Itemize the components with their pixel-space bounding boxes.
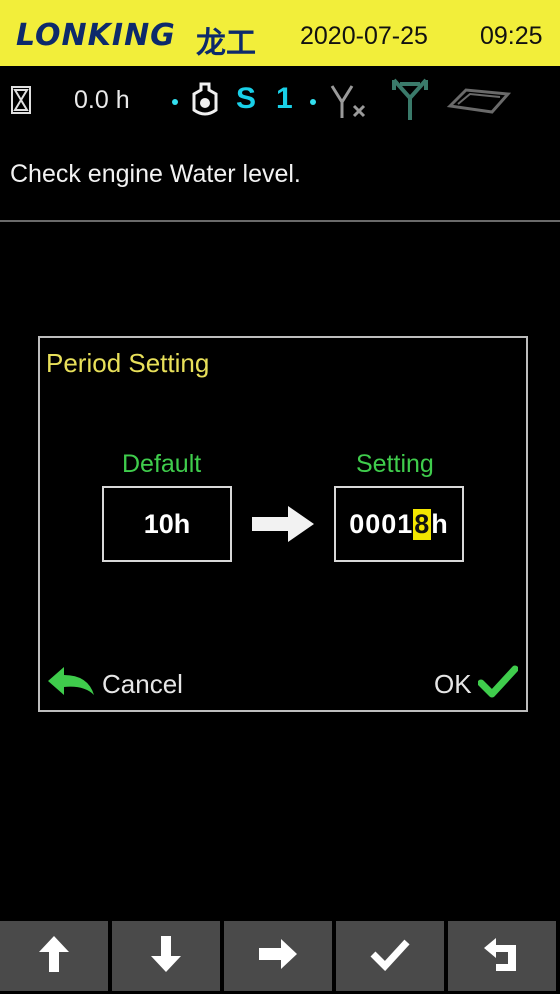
ok-button[interactable]: OK xyxy=(434,664,519,704)
right-arrow-icon xyxy=(257,937,299,976)
setting-cursor-digit[interactable]: 8 xyxy=(413,508,432,540)
setting-value-prefix: 0001 xyxy=(349,508,414,539)
setting-label: Setting xyxy=(356,450,434,478)
divider xyxy=(0,220,560,222)
arrow-right-icon xyxy=(250,504,316,549)
down-arrow-icon xyxy=(149,934,183,979)
maintenance-message: Check engine Water level. xyxy=(10,160,301,188)
operating-hours: 0.0 h xyxy=(74,86,130,114)
dialog-title: Period Setting xyxy=(46,348,210,378)
manual-book-icon xyxy=(446,84,512,123)
down-button[interactable] xyxy=(112,921,220,991)
status-bar: 0.0 h S 1 xyxy=(0,70,560,130)
hourglass-icon xyxy=(10,85,32,120)
brand-logo: LONKING xyxy=(16,18,176,53)
up-arrow-icon xyxy=(37,934,71,979)
up-button[interactable] xyxy=(0,921,108,991)
confirm-button[interactable] xyxy=(336,921,444,991)
setting-value-input[interactable]: 0001 8 h xyxy=(334,486,464,562)
right-button[interactable] xyxy=(224,921,332,991)
checkmark-icon xyxy=(477,665,519,704)
bottom-key-bar xyxy=(0,921,560,994)
indicator-dot xyxy=(310,99,316,105)
brand-logo-cn: 龙工 xyxy=(196,26,256,61)
ok-label: OK xyxy=(434,668,472,699)
gear-number: 1 xyxy=(276,82,293,115)
setting-value-unit: h xyxy=(431,508,449,539)
no-signal-antenna-icon xyxy=(326,82,370,127)
period-setting-dialog: Period Setting Default Setting 10h 0001 8… xyxy=(38,336,528,712)
gear-letter: S xyxy=(236,82,257,115)
check-icon xyxy=(369,937,411,976)
cancel-label: Cancel xyxy=(102,668,183,699)
engine-coolant-icon xyxy=(186,80,224,125)
top-bar: LONKING 龙工 2020-07-25 09:25 xyxy=(0,0,560,70)
signal-tower-icon xyxy=(388,76,432,127)
cancel-button[interactable]: Cancel xyxy=(46,664,183,704)
return-button[interactable] xyxy=(448,921,556,991)
return-icon xyxy=(482,934,522,979)
back-arrow-icon xyxy=(46,665,96,704)
default-value: 10h xyxy=(102,486,232,562)
indicator-dot xyxy=(172,99,178,105)
default-label: Default xyxy=(122,450,202,478)
date-display: 2020-07-25 xyxy=(300,22,428,50)
time-display: 09:25 xyxy=(480,22,543,50)
